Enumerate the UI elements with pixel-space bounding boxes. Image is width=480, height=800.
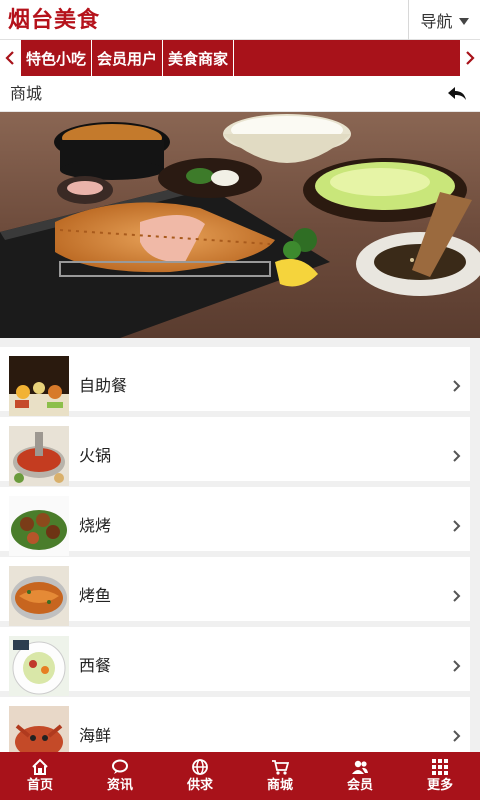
list-item-western-food[interactable]: 西餐	[0, 627, 470, 696]
category-item-members[interactable]: 会员用户	[92, 40, 164, 76]
chevron-right-icon	[453, 660, 461, 672]
users-icon	[352, 760, 368, 774]
tab-label: 资讯	[106, 778, 133, 793]
tab-home[interactable]: 首页	[0, 752, 80, 800]
buffet-thumbnail	[9, 356, 69, 416]
bbq-image	[9, 496, 69, 556]
chevron-left-icon	[5, 51, 14, 65]
tab-supply-demand[interactable]: 供求	[160, 752, 240, 800]
tab-label: 首页	[26, 778, 53, 793]
tab-label: 商城	[266, 778, 293, 793]
list-item-grilled-fish[interactable]: 烤鱼	[0, 557, 470, 626]
category-item-merchants[interactable]: 美食商家	[163, 40, 235, 76]
grid-icon	[432, 759, 448, 775]
tab-members[interactable]: 会员	[320, 752, 400, 800]
tab-label: 会员	[346, 778, 373, 793]
chevron-right-icon	[466, 51, 475, 65]
chevron-right-icon	[453, 730, 461, 742]
tab-label: 供求	[186, 778, 213, 793]
chat-bubble-icon	[112, 759, 128, 774]
list-item-label: 火锅	[79, 446, 112, 465]
chevron-right-icon	[453, 380, 461, 392]
top-header: 烟台美食 导航	[0, 0, 480, 40]
list-item-hotpot[interactable]: 火锅	[0, 417, 470, 486]
list-item-label: 烧烤	[79, 516, 112, 535]
list-item-label: 烤鱼	[79, 586, 112, 605]
food-banner-illustration	[0, 112, 480, 338]
category-item-snacks[interactable]: 特色小吃	[20, 40, 93, 76]
hotpot-thumbnail	[9, 426, 69, 486]
western-food-image	[9, 636, 69, 696]
grilled-fish-thumbnail	[9, 566, 69, 626]
bottom-navigation: 首页 资讯 供求 商城 会员 更多	[0, 752, 480, 800]
page-title: 商城	[10, 84, 43, 103]
list-item-label: 自助餐	[79, 376, 128, 395]
navigation-label: 导航	[420, 12, 453, 31]
tab-mall[interactable]: 商城	[240, 752, 320, 800]
list-item-label: 西餐	[79, 656, 112, 675]
scroll-left-button[interactable]	[0, 40, 20, 76]
caret-down-icon	[458, 17, 469, 25]
tab-label: 更多	[426, 778, 453, 793]
category-bar: 特色小吃 会员用户 美食商家	[0, 40, 480, 76]
site-logo[interactable]: 烟台美食	[8, 5, 100, 35]
chevron-right-icon	[453, 450, 461, 462]
globe-icon	[192, 759, 208, 775]
navigation-menu-button[interactable]: 导航	[408, 0, 480, 40]
scroll-right-button[interactable]	[460, 40, 480, 76]
category-list: 特色小吃 会员用户 美食商家	[20, 40, 460, 76]
chevron-right-icon	[453, 590, 461, 602]
tab-news[interactable]: 资讯	[80, 752, 160, 800]
list-item-buffet[interactable]: 自助餐	[0, 347, 470, 416]
section-header: 商城	[0, 76, 480, 112]
banner-image[interactable]	[0, 112, 480, 338]
back-arrow-icon[interactable]	[446, 84, 468, 104]
buffet-image	[9, 356, 69, 416]
bbq-thumbnail	[9, 496, 69, 556]
home-icon	[32, 758, 48, 775]
list-item-bbq[interactable]: 烧烤	[0, 487, 470, 556]
hotpot-image	[9, 426, 69, 486]
cart-icon	[272, 760, 289, 775]
chevron-right-icon	[453, 520, 461, 532]
western-food-thumbnail	[9, 636, 69, 696]
grilled-fish-image	[9, 566, 69, 626]
tab-more[interactable]: 更多	[400, 752, 480, 800]
